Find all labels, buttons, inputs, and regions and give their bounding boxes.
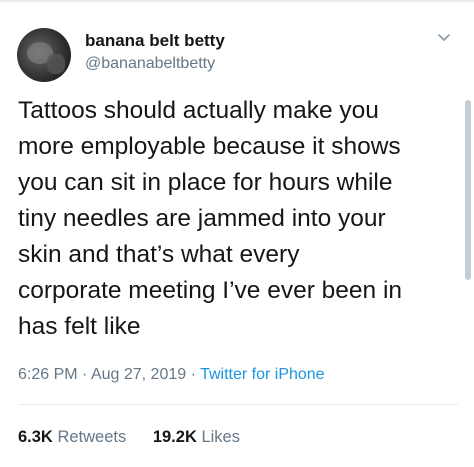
scrollbar[interactable] (465, 100, 471, 280)
tweet-stats: 6.3K Retweets 19.2K Likes (18, 428, 240, 447)
retweets-stat[interactable]: 6.3K Retweets (18, 428, 126, 447)
tweet-text-line: more employable because it shows (18, 133, 401, 160)
chevron-down-icon[interactable] (436, 30, 452, 46)
user-handle[interactable]: @bananabeltbetty (85, 55, 215, 73)
tweet-source-link[interactable]: Twitter for iPhone (200, 366, 325, 383)
retweets-count: 6.3K (18, 428, 53, 446)
tweet-text: Tattoos should actually make you more em… (18, 93, 464, 345)
tweet-time[interactable]: 6:26 PM (18, 366, 78, 383)
tweet-text-line: tiny needles are jammed into your (18, 205, 386, 232)
tweet-text-line: skin and that’s what every (18, 241, 300, 268)
stats-divider (18, 404, 458, 405)
meta-separator: · (190, 366, 196, 383)
tweet-text-line: Tattoos should actually make you (18, 97, 379, 124)
display-name[interactable]: banana belt betty (85, 31, 225, 51)
tweet-text-line: has felt like (18, 313, 141, 340)
avatar[interactable] (17, 28, 71, 82)
tweet-text-line: corporate meeting I’ve ever been in (18, 277, 403, 304)
likes-stat[interactable]: 19.2K Likes (153, 428, 240, 447)
likes-label: Likes (201, 428, 240, 446)
likes-count: 19.2K (152, 428, 197, 446)
tweet-date[interactable]: Aug 27, 2019 (91, 366, 186, 383)
retweets-label: Retweets (57, 428, 127, 446)
tweet-text-line: you can sit in place for hours while (18, 169, 393, 196)
meta-separator: · (82, 366, 88, 383)
tweet-card: banana belt betty @bananabeltbetty Tatto… (0, 0, 474, 467)
top-divider (0, 0, 474, 2)
tweet-meta: 6:26 PM · Aug 27, 2019 · Twitter for iPh… (18, 366, 325, 384)
